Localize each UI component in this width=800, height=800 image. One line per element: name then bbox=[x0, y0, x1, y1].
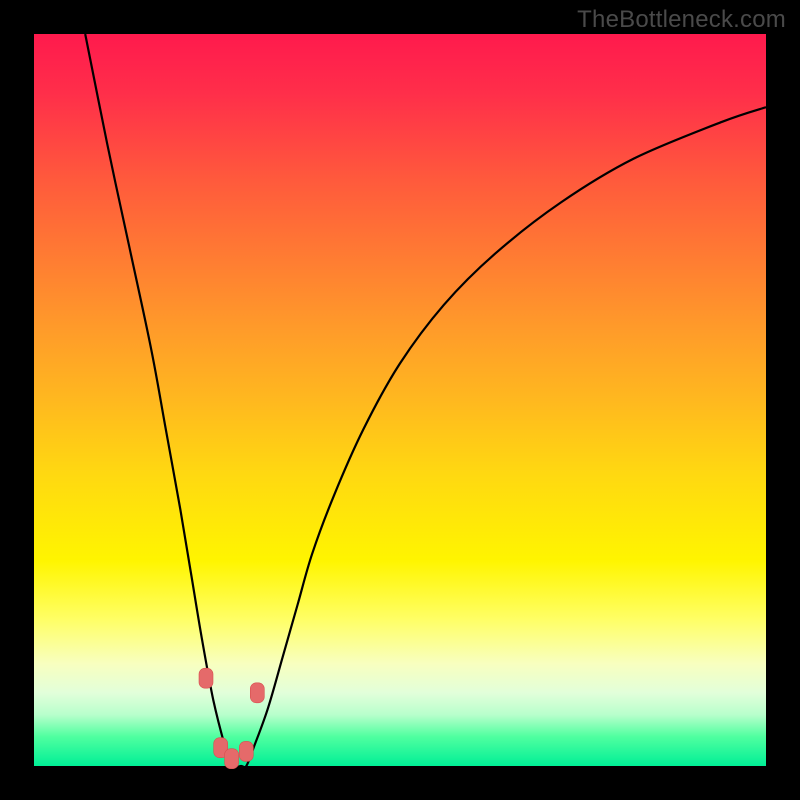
bottleneck-curve-path bbox=[85, 34, 766, 768]
chart-plot-area bbox=[34, 34, 766, 766]
curve-marker bbox=[239, 741, 253, 761]
marker-group bbox=[199, 668, 264, 769]
watermark-text: TheBottleneck.com bbox=[577, 6, 786, 34]
curve-marker bbox=[250, 683, 264, 703]
curve-marker bbox=[199, 668, 213, 688]
bottleneck-curve-svg bbox=[34, 34, 766, 766]
curve-marker bbox=[225, 749, 239, 769]
